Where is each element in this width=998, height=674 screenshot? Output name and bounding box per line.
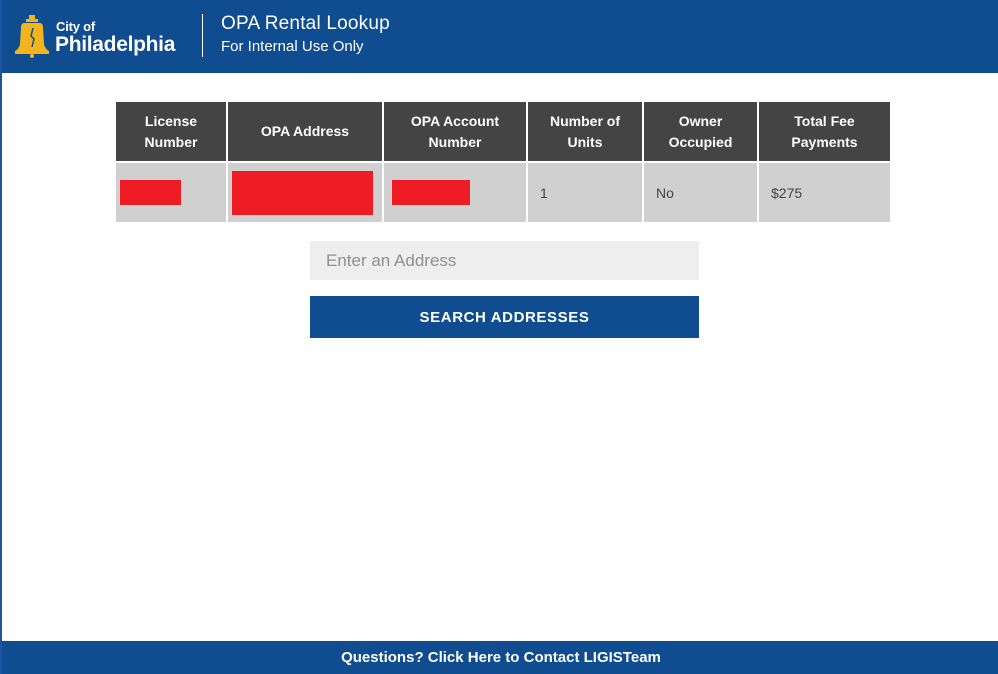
cell-owner-occupied: No [644,163,757,222]
redaction-block [232,170,373,215]
search-addresses-button[interactable]: SEARCH ADDRESSES [310,296,699,338]
cell-number-of-units: 1 [528,163,642,222]
cell-opa-account-number [384,163,526,222]
app-header: City of Philadelphia OPA Rental Lookup F… [2,0,998,73]
redaction-block [120,180,181,205]
column-header-opa-address: OPA Address [228,102,382,163]
page-subtitle: For Internal Use Only [221,38,364,55]
table-header-row: License Number OPA Address OPA Account N… [116,102,890,163]
column-header-total-fee-payments: Total Fee Payments [759,102,890,163]
column-header-opa-account-number: OPA Account Number [384,102,526,163]
address-search-input[interactable] [310,241,699,280]
cell-total-fee-payments: $275 [759,163,890,222]
results-table: License Number OPA Address OPA Account N… [114,102,892,222]
cell-opa-address [228,163,382,222]
logo-city-name: Philadelphia [55,33,176,56]
column-header-number-of-units: Number of Units [528,102,642,163]
logo-city-text: City of [56,19,96,34]
cell-license-number [116,163,226,222]
liberty-bell-icon [15,15,49,58]
page-title: OPA Rental Lookup [221,13,390,34]
table-row: 1 No $275 [116,163,890,222]
column-header-license-number: License Number [116,102,226,163]
redaction-block [392,180,470,205]
header-divider [202,14,203,57]
app-footer: Questions? Click Here to Contact LIGISTe… [2,641,998,674]
column-header-owner-occupied: Owner Occupied [644,102,757,163]
contact-link[interactable]: Questions? Click Here to Contact LIGISTe… [341,649,661,666]
